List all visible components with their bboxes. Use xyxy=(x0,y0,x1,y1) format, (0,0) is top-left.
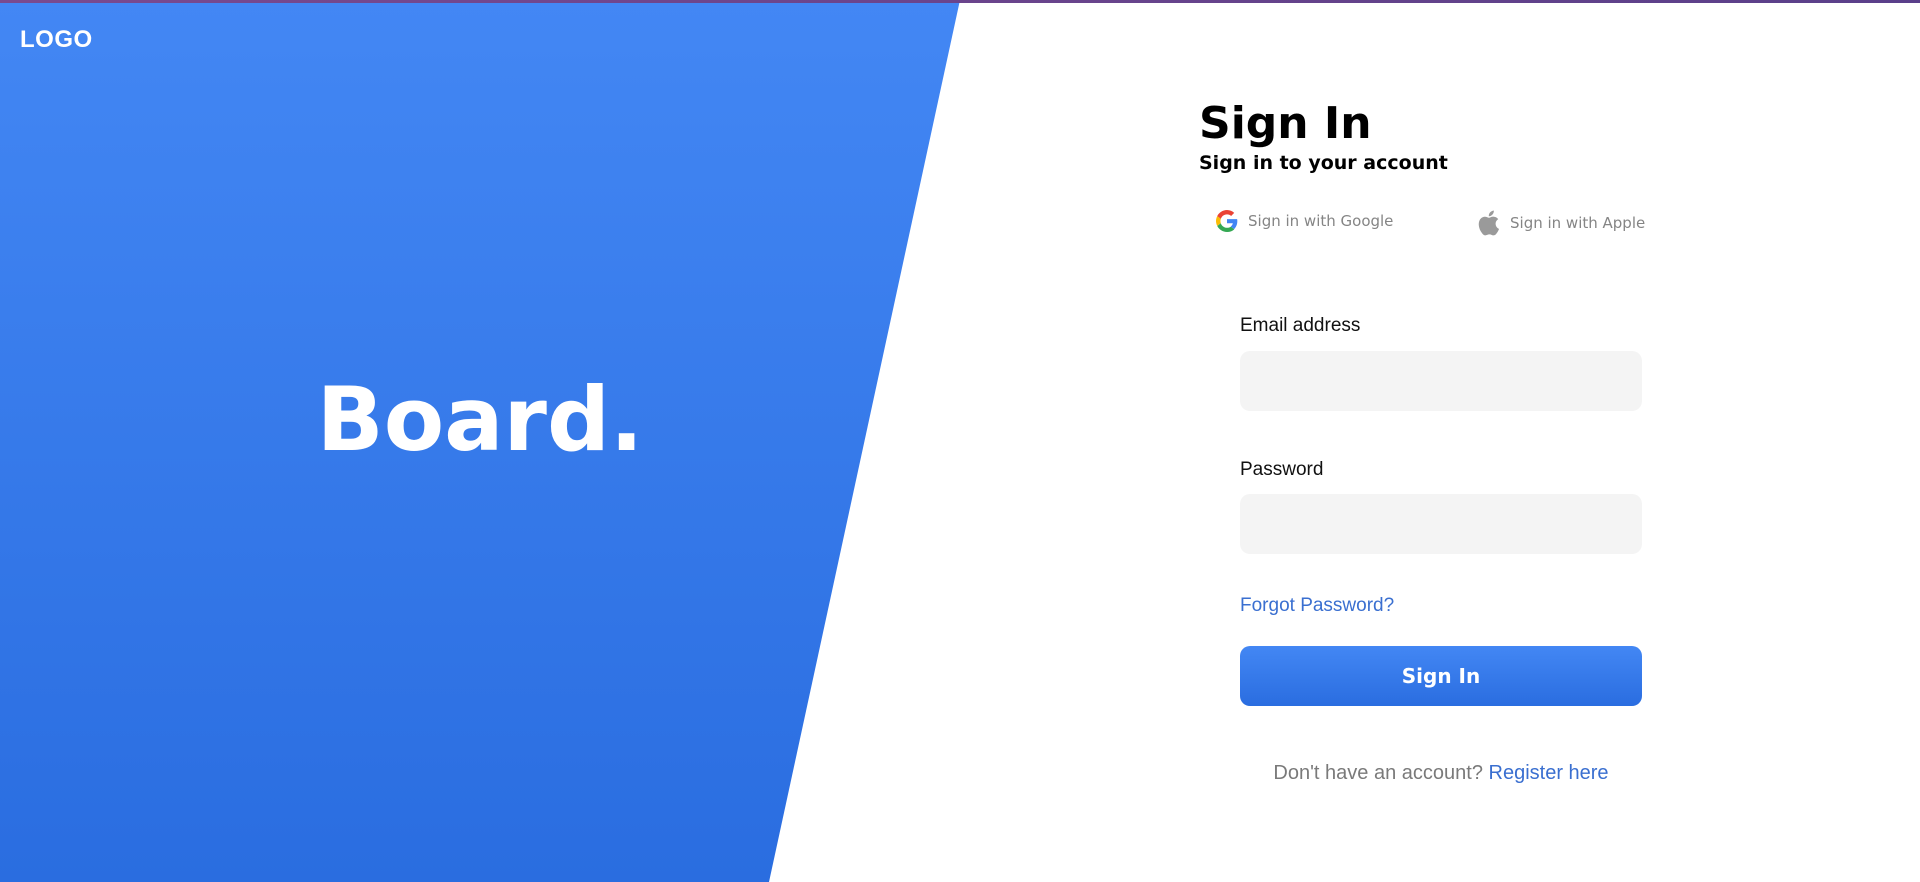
apple-sign-in-label: Sign in with Apple xyxy=(1510,214,1646,232)
page-subtitle: Sign in to your account xyxy=(1199,152,1448,174)
logo[interactable]: LOGO xyxy=(20,26,93,54)
sign-in-form: Sign In Sign in to your account Sign in … xyxy=(1199,96,1719,784)
brand-name: Board. xyxy=(316,368,644,471)
sign-in-button[interactable]: Sign In xyxy=(1240,646,1642,706)
google-icon xyxy=(1216,210,1238,232)
page-title: Sign In xyxy=(1199,98,1372,149)
register-prompt-row: Don't have an account? Register here xyxy=(1240,762,1642,785)
forgot-password-link[interactable]: Forgot Password? xyxy=(1240,595,1394,617)
apple-sign-in-button[interactable]: Sign in with Apple xyxy=(1476,210,1645,236)
top-accent-line xyxy=(0,0,1920,3)
email-label: Email address xyxy=(1240,315,1361,336)
register-link[interactable]: Register here xyxy=(1489,762,1609,784)
password-label: Password xyxy=(1240,459,1324,480)
email-field[interactable] xyxy=(1240,351,1642,411)
apple-icon xyxy=(1476,210,1500,236)
google-sign-in-label: Sign in with Google xyxy=(1248,212,1394,230)
password-field[interactable] xyxy=(1240,494,1642,554)
social-sign-in-row: Sign in with Google Sign in with Apple xyxy=(1199,210,1719,246)
register-prompt-text: Don't have an account? xyxy=(1273,762,1489,784)
google-sign-in-button[interactable]: Sign in with Google xyxy=(1216,210,1393,232)
